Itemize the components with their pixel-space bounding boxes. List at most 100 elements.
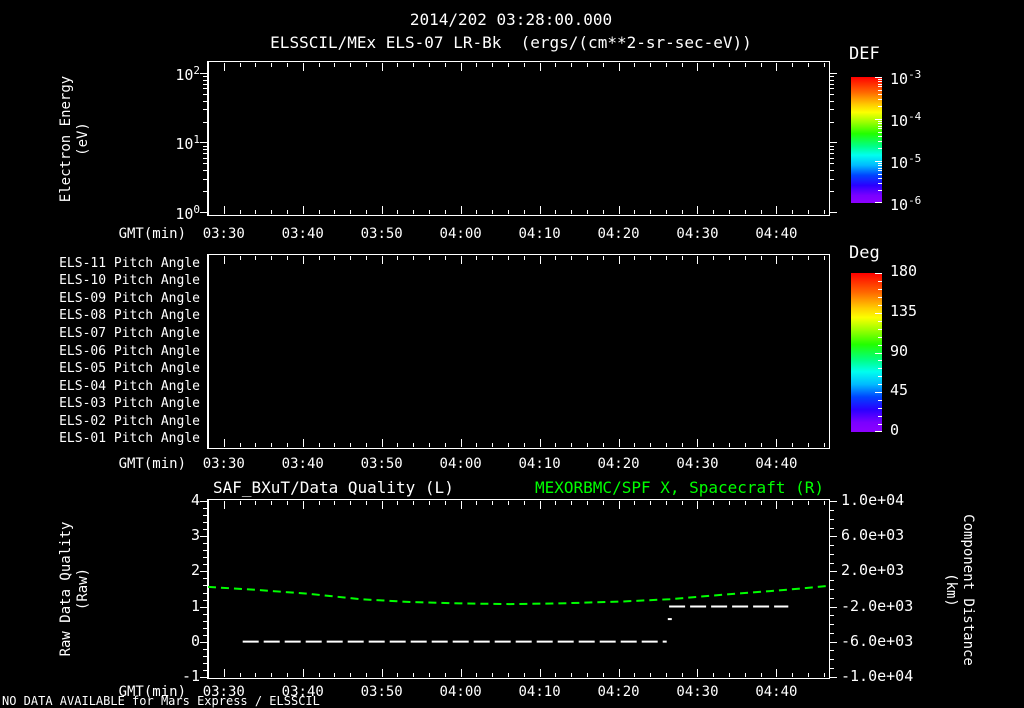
def-colorbar-minor-tick (878, 90, 882, 91)
deg-colorbar-tick-label: 135 (890, 302, 918, 320)
time-tick (413, 210, 414, 214)
gmt-tick-label: 03:30 (202, 684, 245, 700)
def-colorbar-minor-tick (878, 163, 882, 164)
distance-major-tick (829, 571, 837, 572)
time-tick (508, 256, 509, 260)
gmt-axis-label: GMT(min) (118, 226, 186, 242)
energy-minor-tick (203, 122, 208, 123)
deg-colorbar-minor-tick (878, 376, 882, 377)
time-tick (697, 439, 698, 447)
deg-colorbar-minor-tick (878, 289, 882, 290)
time-tick (682, 256, 683, 260)
time-tick (745, 210, 746, 214)
gmt-tick-label: 04:20 (597, 684, 640, 700)
energy-minor-tick (203, 170, 208, 171)
def-colorbar-minor-tick (878, 190, 882, 191)
def-colorbar-minor-tick (878, 141, 882, 142)
gmt-tick-label: 04:30 (676, 226, 719, 242)
quality-major-tick (200, 536, 208, 537)
time-tick (571, 256, 572, 260)
energy-minor-tick (829, 158, 834, 159)
energy-minor-tick (829, 84, 834, 85)
energy-minor-tick (203, 158, 208, 159)
deg-colorbar-minor-tick (878, 281, 882, 282)
electron-energy-axis-label: Electron Energy (eV) (58, 76, 92, 202)
time-tick (761, 256, 762, 260)
gmt-tick-label: 03:50 (360, 684, 403, 700)
time-tick (382, 206, 383, 214)
energy-major-tick (829, 73, 837, 74)
time-tick (603, 443, 604, 447)
quality-tick-label: 0 (190, 632, 200, 650)
gmt-axis-label: GMT(min) (118, 684, 186, 700)
time-tick (587, 256, 588, 260)
quality-distance-plot-overlay (207, 584, 830, 643)
distance-major-tick (829, 501, 837, 502)
time-tick (650, 443, 651, 447)
deg-colorbar-major-tick (875, 353, 882, 354)
time-tick (334, 443, 335, 447)
raw-data-quality-axis-label-line2: (Raw) (75, 567, 91, 611)
time-tick (382, 63, 383, 71)
deg-colorbar-minor-tick (878, 337, 882, 338)
quality-tick-label: 1 (190, 597, 200, 615)
time-tick (666, 63, 667, 67)
deg-colorbar-title: Deg (849, 243, 880, 263)
time-tick (729, 63, 730, 67)
time-tick (540, 206, 541, 214)
electron-energy-axis-label-line1: Electron Energy (58, 75, 74, 203)
energy-minor-tick (829, 122, 834, 123)
distance-minor-tick (829, 615, 834, 616)
time-tick (682, 210, 683, 214)
time-tick (729, 210, 730, 214)
deg-colorbar-tick-label: 90 (890, 342, 909, 360)
time-tick (619, 256, 620, 264)
gmt-tick-label: 04:20 (597, 456, 640, 472)
time-tick (634, 63, 635, 67)
time-tick (571, 210, 572, 214)
def-colorbar-major-tick (875, 161, 882, 162)
deg-colorbar-minor-tick (878, 408, 882, 409)
datetime-title: 2014/202 03:28:00.000 (409, 10, 613, 29)
time-tick (287, 63, 288, 67)
deg-colorbar-tick-label: 0 (890, 421, 900, 439)
gmt-tick-label: 04:00 (439, 226, 482, 242)
quality-major-tick (200, 607, 208, 608)
time-tick (287, 256, 288, 260)
time-tick (240, 63, 241, 67)
time-tick (492, 63, 493, 67)
time-tick (713, 256, 714, 260)
time-tick (429, 63, 430, 67)
energy-minor-tick (203, 179, 208, 180)
deg-colorbar-tick-label: 45 (890, 381, 909, 399)
time-tick (697, 206, 698, 214)
time-tick (240, 443, 241, 447)
time-tick (476, 256, 477, 260)
time-tick (413, 256, 414, 260)
deg-colorbar-minor-tick (878, 384, 882, 385)
time-tick (413, 63, 414, 67)
gmt-tick-label: 04:30 (676, 456, 719, 472)
energy-minor-tick (829, 179, 834, 180)
distance-tick-label: 1.0e+04 (841, 491, 905, 509)
def-colorbar-tick-label: 10-3 (890, 68, 922, 88)
quality-tick-label: 4 (190, 491, 200, 509)
time-tick (619, 63, 620, 71)
time-tick (334, 256, 335, 260)
energy-minor-tick (203, 94, 208, 95)
def-colorbar-major-tick (875, 119, 882, 120)
time-tick (555, 210, 556, 214)
time-tick (429, 256, 430, 260)
time-tick (319, 63, 320, 67)
energy-minor-tick (203, 84, 208, 85)
time-tick (255, 210, 256, 214)
quality-major-tick (200, 642, 208, 643)
spacecraft-x-curve (207, 584, 830, 606)
gmt-tick-label: 04:10 (518, 684, 561, 700)
distance-minor-tick (829, 519, 834, 520)
deg-colorbar-minor-tick (878, 297, 882, 298)
deg-colorbar-tick-label: 180 (890, 262, 918, 280)
deg-colorbar-minor-tick (878, 305, 882, 306)
gmt-tick-label: 03:50 (360, 226, 403, 242)
time-tick (429, 210, 430, 214)
